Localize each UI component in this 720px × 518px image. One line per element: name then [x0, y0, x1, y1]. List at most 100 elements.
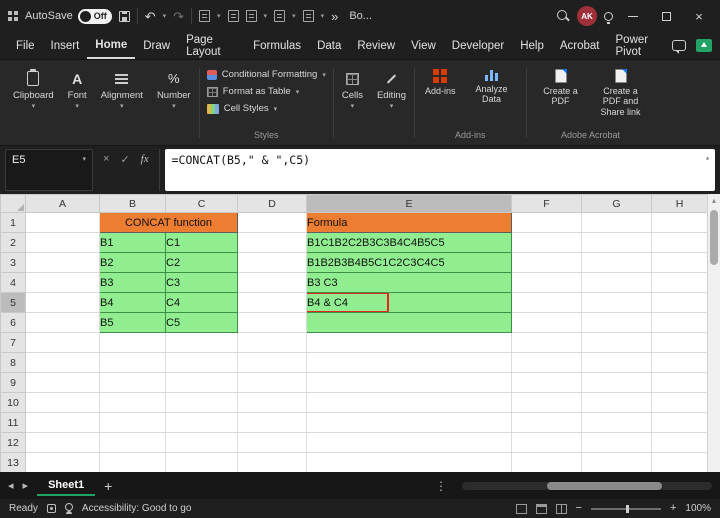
cell-e6[interactable]: [307, 313, 512, 333]
borders-icon[interactable]: [303, 10, 314, 22]
cell-h11[interactable]: [652, 413, 708, 433]
cell-c9[interactable]: [166, 373, 238, 393]
cell-e11[interactable]: [307, 413, 512, 433]
cell-c11[interactable]: [166, 413, 238, 433]
cell-h9[interactable]: [652, 373, 708, 393]
menu-tab-developer[interactable]: Developer: [444, 32, 512, 59]
column-header-c[interactable]: C: [166, 195, 238, 213]
cell-c5[interactable]: C4: [166, 293, 238, 313]
search-icon[interactable]: [556, 9, 570, 23]
cell-e9[interactable]: [307, 373, 512, 393]
cell-h5[interactable]: [652, 293, 708, 313]
cell-b7[interactable]: [100, 333, 166, 353]
close-button[interactable]: ×: [686, 4, 712, 28]
cell-a10[interactable]: [26, 393, 100, 413]
macro-record-icon[interactable]: [47, 504, 56, 513]
tab-bar-options-icon[interactable]: ⋮: [435, 479, 447, 493]
cell-d10[interactable]: [238, 393, 307, 413]
cell-h7[interactable]: [652, 333, 708, 353]
column-header-d[interactable]: D: [238, 195, 307, 213]
ribbon-group-clipboard[interactable]: Clipboard ▾: [6, 63, 61, 143]
cell-e10[interactable]: [307, 393, 512, 413]
autosave-switch[interactable]: Off: [78, 9, 112, 24]
cell-d5[interactable]: [238, 293, 307, 313]
cell-g3[interactable]: [582, 253, 652, 273]
cell-a7[interactable]: [26, 333, 100, 353]
horizontal-scrollbar[interactable]: [462, 482, 712, 490]
row-header-13[interactable]: 13: [1, 453, 26, 473]
cut-icon[interactable]: [228, 10, 239, 22]
ribbon-group-number[interactable]: % Number ▾: [150, 63, 198, 143]
cell-f9[interactable]: [512, 373, 582, 393]
toolbar-overflow-icon[interactable]: »: [331, 10, 338, 23]
cell-f6[interactable]: [512, 313, 582, 333]
row-header-10[interactable]: 10: [1, 393, 26, 413]
cell-d13[interactable]: [238, 453, 307, 473]
menu-tab-page-layout[interactable]: Page Layout: [178, 32, 245, 59]
cell-d9[interactable]: [238, 373, 307, 393]
maximize-button[interactable]: [653, 4, 679, 28]
cell-h4[interactable]: [652, 273, 708, 293]
row-header-8[interactable]: 8: [1, 353, 26, 373]
share-icon[interactable]: [696, 39, 712, 52]
conditional-formatting-button[interactable]: Conditional Formatting ▾: [207, 66, 326, 83]
cell-c4[interactable]: C3: [166, 273, 238, 293]
cell-a12[interactable]: [26, 433, 100, 453]
zoom-in-icon[interactable]: +: [670, 503, 676, 514]
cell-b9[interactable]: [100, 373, 166, 393]
undo-icon[interactable]: ↶: [145, 10, 156, 23]
cell-f12[interactable]: [512, 433, 582, 453]
autosave-toggle[interactable]: AutoSave Off: [25, 9, 112, 24]
cell-b13[interactable]: [100, 453, 166, 473]
row-header-2[interactable]: 2: [1, 233, 26, 253]
workbook-title[interactable]: Bo...: [349, 10, 372, 22]
row-header-5[interactable]: 5: [1, 293, 26, 313]
cell-a8[interactable]: [26, 353, 100, 373]
zoom-slider[interactable]: [591, 508, 661, 510]
cell-h3[interactable]: [652, 253, 708, 273]
row-header-7[interactable]: 7: [1, 333, 26, 353]
analyze-data-button[interactable]: Analyze Data: [465, 66, 519, 105]
cell-b2[interactable]: B1: [100, 233, 166, 253]
cell-a3[interactable]: [26, 253, 100, 273]
cell-g1[interactable]: [582, 213, 652, 233]
ribbon-group-alignment[interactable]: Alignment ▾: [94, 63, 150, 143]
select-all-button[interactable]: [1, 195, 26, 213]
page-break-view-icon[interactable]: [556, 504, 567, 514]
cell-a13[interactable]: [26, 453, 100, 473]
cell-g6[interactable]: [582, 313, 652, 333]
cell-d11[interactable]: [238, 413, 307, 433]
save-icon[interactable]: [119, 11, 130, 22]
create-pdf-button[interactable]: Create a PDF: [534, 66, 588, 117]
paste-chevron-icon[interactable]: ▾: [217, 13, 221, 20]
column-header-h[interactable]: H: [652, 195, 708, 213]
cell-b4[interactable]: B3: [100, 273, 166, 293]
cell-e5[interactable]: B4 & C4: [307, 293, 512, 313]
cell-e3[interactable]: B1B2B3B4B5C1C2C3C4C5: [307, 253, 512, 273]
zoom-out-icon[interactable]: −: [576, 503, 582, 514]
cell-a2[interactable]: [26, 233, 100, 253]
create-pdf-share-button[interactable]: Create a PDF and Share link: [594, 66, 648, 117]
menu-tab-file[interactable]: File: [8, 32, 43, 59]
sheet-tab-sheet1[interactable]: Sheet1: [37, 475, 95, 496]
previous-sheet-icon[interactable]: ◂: [8, 479, 14, 492]
cell-f13[interactable]: [512, 453, 582, 473]
column-header-e[interactable]: E: [307, 195, 512, 213]
row-header-12[interactable]: 12: [1, 433, 26, 453]
cell-d7[interactable]: [238, 333, 307, 353]
lightbulb-icon[interactable]: [604, 12, 613, 21]
collapse-formula-bar-icon[interactable]: ▴: [705, 153, 710, 162]
column-header-b[interactable]: B: [100, 195, 166, 213]
cell-c6[interactable]: C5: [166, 313, 238, 333]
menu-tab-review[interactable]: Review: [349, 32, 403, 59]
cell-d2[interactable]: [238, 233, 307, 253]
cell-b11[interactable]: [100, 413, 166, 433]
cell-d1[interactable]: [238, 213, 307, 233]
cell-d6[interactable]: [238, 313, 307, 333]
menu-tab-formulas[interactable]: Formulas: [245, 32, 309, 59]
cell-b5[interactable]: B4: [100, 293, 166, 313]
cell-a6[interactable]: [26, 313, 100, 333]
cell-e1[interactable]: Formula: [307, 213, 512, 233]
row-header-1[interactable]: 1: [1, 213, 26, 233]
page-layout-view-icon[interactable]: [536, 504, 547, 514]
